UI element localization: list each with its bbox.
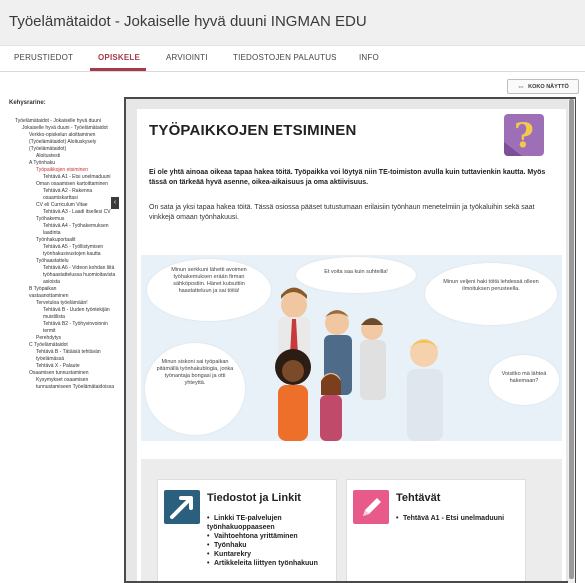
intro-paragraph: On sata ja yksi tapaa hakea töitä. Tässä… (149, 204, 535, 221)
table-of-contents: Työelämätaidot - Jokaiselle hyvä duuni J… (0, 118, 122, 391)
toc-item[interactable]: Kysymykset osaamisen tunnustamiseen Työe… (0, 377, 122, 391)
toc-item[interactable]: Perehdytys (0, 335, 122, 342)
sidebar-collapse-button[interactable]: ‹ (111, 197, 119, 209)
tab-perustiedot[interactable]: PERUSTIEDOT (14, 53, 73, 62)
tab-arviointi[interactable]: ARVIOINTI (166, 53, 208, 62)
app-window: Työelämätaidot - Jokaiselle hyvä duuni I… (0, 0, 585, 583)
toc-item[interactable]: Tehtävä A5 - Työllistymisen työnhakusivu… (0, 244, 122, 258)
resource-link[interactable]: • Artikkeleita liittyen työnhakuun (207, 559, 336, 568)
chevron-left-icon: ‹ (113, 199, 117, 206)
toc-item[interactable]: (Työelämätaidot) Aloituskysely (Työelämä… (0, 139, 122, 153)
content-frame: TYÖPAIKKOJEN ETSIMINEN ? Ei ole yhtä ain… (124, 97, 576, 583)
lead-paragraph: Ei ole yhtä ainoaa oikeaa tapaa hakea tö… (149, 169, 546, 186)
sidebar-title: Kehysrarine: (9, 100, 46, 106)
files-links-card: Tiedostot ja Linkit • Linkki TE-palveluje… (157, 479, 337, 581)
toc-item[interactable]: Tehtävä B - Uuden työntekijän muistilist… (0, 307, 122, 321)
task-link[interactable]: • Tehtävä A1 - Etsi unelmaduuni (396, 514, 504, 523)
arrow-icon (164, 490, 200, 524)
tab-info[interactable]: INFO (359, 53, 379, 62)
fullscreen-label: KOKO NÄYTTÖ (528, 83, 569, 90)
toc-item[interactable]: CV eli Curriculum Vitae (0, 202, 122, 209)
page-title: Työelämätaidot - Jokaiselle hyvä duuni I… (9, 13, 367, 30)
task-list: • Tehtävä A1 - Etsi unelmaduuni (396, 514, 504, 523)
toc-item-active[interactable]: Työpaikkojen etsiminen (0, 167, 122, 174)
toc-item[interactable]: A Työnhaku (0, 160, 122, 167)
toc-item[interactable]: Tehtävä X - Palaute (0, 363, 122, 370)
toc-item[interactable]: Tervetuloa työelämään! (0, 300, 122, 307)
toc-item[interactable]: B Työpaikan (0, 286, 122, 293)
fullscreen-button[interactable]: ⇔ KOKO NÄYTTÖ (507, 79, 579, 94)
app-header: Työelämätaidot - Jokaiselle hyvä duuni I… (0, 0, 585, 46)
active-tab-indicator (90, 68, 146, 71)
resources-section: Tiedostot ja Linkit • Linkki TE-palveluje… (141, 459, 562, 581)
toc-item[interactable]: Tehtävä A6 - Videon kohdan liitä työhaas… (0, 265, 122, 286)
question-mark-icon: ? (504, 114, 544, 156)
toc-item[interactable]: vastaanottaminen (0, 293, 122, 300)
toc-item[interactable]: Tehtävä B - Tätäisiä tehtävän työelämäss… (0, 349, 122, 363)
section-title: TYÖPAIKKOJEN ETSIMINEN (149, 122, 357, 139)
toc-item[interactable]: Tehtävä A3 - Laadi itsellesi CV (0, 209, 122, 216)
tasks-card: Tehtävät • Tehtävä A1 - Etsi unelmaduuni (346, 479, 526, 581)
tab-tiedostojen-palautus[interactable]: TIEDOSTOJEN PALAUTUS (233, 53, 337, 62)
toc-item[interactable]: C Työelämätaidot (0, 342, 122, 349)
toc-item[interactable]: Tehtävä A1 - Etsi unelmaduuni (0, 174, 122, 181)
resource-link[interactable]: • Vaihtoehtona yrittäminen (207, 532, 336, 541)
expand-icon: ⇔ (517, 82, 526, 91)
resource-link[interactable]: • Työnhaku (207, 541, 336, 550)
toc-item[interactable]: Työhaastattelu (0, 258, 122, 265)
toc-item[interactable]: Työhakemus (0, 216, 122, 223)
people-group-illustration (275, 287, 443, 441)
job-search-illustration: Minun serkkuni lähetti avoimen työhakemu… (141, 255, 562, 441)
toc-item[interactable]: Osaamisen tunnustaminen (0, 370, 122, 377)
tab-opiskele[interactable]: OPISKELE (98, 53, 140, 62)
toc-item[interactable]: Verkko-opiskelun aloittaminen (0, 132, 122, 139)
toc-item[interactable]: Tehtävä A4 - Työhakemuksen laadinta (0, 223, 122, 237)
card-title: Tehtävät (396, 492, 441, 504)
toc-item[interactable]: Aloitustesti (0, 153, 122, 160)
toc-item[interactable]: Työelämätaidot - Jokaiselle hyvä duuni (0, 118, 122, 125)
toc-item[interactable]: Työnhakuportaalit (0, 237, 122, 244)
sidebar: Kehysrarine: Työelämätaidot - Jokaiselle… (0, 97, 122, 583)
scrollbar-thumb[interactable] (569, 99, 574, 579)
card-title: Tiedostot ja Linkit (207, 492, 301, 504)
toc-item[interactable]: Jokaiselle hyvä duuni - Työelämätaidot (0, 125, 122, 132)
content-page: TYÖPAIKKOJEN ETSIMINEN ? Ei ole yhtä ain… (137, 109, 566, 581)
toc-item[interactable]: Oman osaamisen kartoittaminen (0, 181, 122, 188)
link-list: • Linkki TE-palvelujen työnhakuoppaaseen … (207, 514, 336, 568)
toc-item[interactable]: Tehtävä B2 - Työhyvinvoinnin termit (0, 321, 122, 335)
resource-link[interactable]: • Linkki TE-palvelujen työnhakuoppaaseen (207, 514, 336, 532)
resource-link[interactable]: • Kuntarekry (207, 550, 336, 559)
tab-bar: PERUSTIEDOT OPISKELE ARVIOINTI TIEDOSTOJ… (0, 46, 585, 72)
pencil-icon (353, 490, 389, 524)
toc-item[interactable]: Tehtävä A2 - Rakenna osaamiskarttasi (0, 188, 122, 202)
